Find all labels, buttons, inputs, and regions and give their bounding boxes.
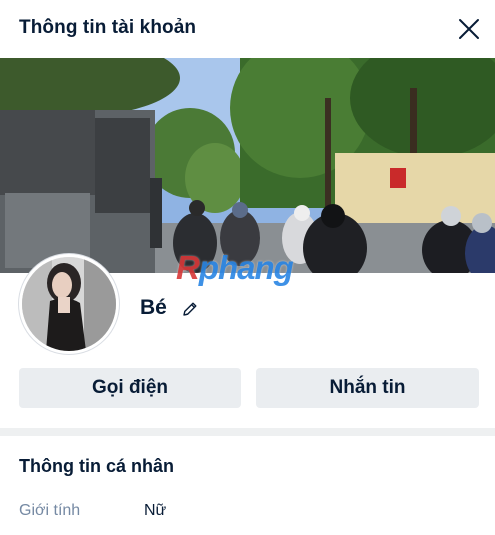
pencil-icon <box>183 302 197 316</box>
close-icon <box>459 19 479 39</box>
gender-value: Nữ <box>144 502 167 519</box>
edit-name-button[interactable] <box>180 299 200 319</box>
watermark-text: phang <box>198 249 294 286</box>
cover-photo[interactable] <box>0 58 495 273</box>
modal-header: Thông tin tài khoản <box>0 0 495 58</box>
watermark-initial: R <box>176 249 200 286</box>
personal-info-title: Thông tin cá nhân <box>19 456 174 476</box>
message-button[interactable]: Nhắn tin <box>256 368 479 408</box>
call-button[interactable]: Gọi điện <box>19 368 241 408</box>
section-divider <box>0 428 495 436</box>
watermark-logo: Rphang <box>176 249 294 287</box>
avatar[interactable] <box>19 254 119 354</box>
close-button[interactable] <box>454 14 484 44</box>
profile-name: Bé <box>140 296 167 319</box>
gender-label: Giới tính <box>19 502 81 519</box>
modal-title: Thông tin tài khoản <box>19 17 197 38</box>
